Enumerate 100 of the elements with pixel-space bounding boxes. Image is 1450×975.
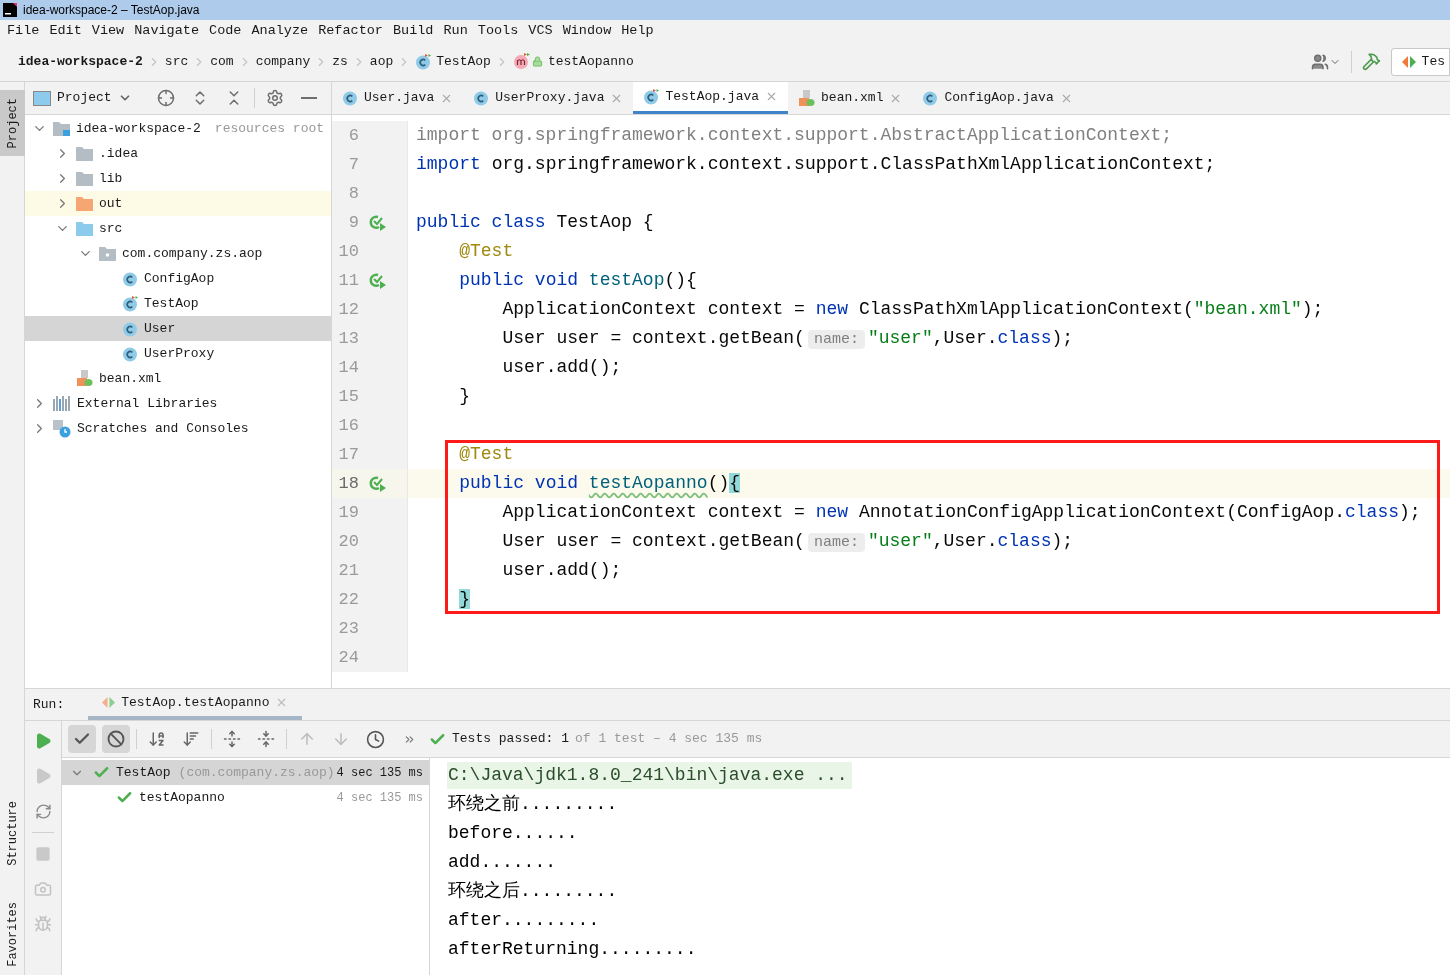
run-test-icon[interactable] <box>369 271 387 290</box>
tree-item-label: .idea <box>99 144 138 163</box>
sort-alpha-icon <box>148 730 166 748</box>
package-icon <box>99 246 116 261</box>
run-test-icon[interactable] <box>369 213 387 232</box>
tree-item[interactable]: src <box>25 216 331 241</box>
menu-item[interactable]: Edit <box>45 20 86 42</box>
tree-item[interactable]: com.company.zs.aop <box>25 241 331 266</box>
play-icon <box>34 767 52 785</box>
line-number: 8 <box>347 182 359 205</box>
editor-tab[interactable]: ConfigAop.java <box>912 82 1083 114</box>
code-line: ApplicationContext context = new AnnotationConfigApplicationContext(ConfigAop.class); <box>501 501 1421 524</box>
tree-item[interactable]: UserProxy <box>25 341 331 366</box>
class-icon <box>122 320 138 337</box>
minimize-icon <box>301 97 317 99</box>
camera-icon <box>34 880 52 898</box>
run-test-icon[interactable] <box>369 474 387 493</box>
line-number: 12 <box>337 298 359 321</box>
tree-item-label: com.company.zs.aop <box>122 244 263 263</box>
tree-item[interactable]: TestAop <box>25 291 331 316</box>
breadcrumb-item[interactable]: zs <box>330 51 350 72</box>
class-icon <box>473 90 490 106</box>
ban-icon <box>107 730 125 748</box>
run-tab[interactable]: TestAop.testAopanno <box>88 689 303 720</box>
tool-window-tab[interactable]: Structure <box>0 793 25 875</box>
tree-item[interactable]: .idea <box>25 141 331 166</box>
console-line: add....... <box>447 851 558 874</box>
code-line: User user = context.getBean( name: "user",User.class); <box>501 529 1074 554</box>
tree-item-label: Scratches and Consoles <box>77 419 249 438</box>
menu-item[interactable]: Refactor <box>314 20 387 42</box>
breadcrumb-item[interactable]: TestAop <box>413 51 493 72</box>
refresh-icon <box>34 802 52 820</box>
line-number: 11 <box>337 269 359 292</box>
tree-item[interactable]: User <box>25 316 331 341</box>
bug-icon <box>34 915 52 933</box>
xml-file-icon <box>798 89 816 107</box>
tree-item[interactable]: out <box>25 191 331 216</box>
folder-icon <box>76 196 93 211</box>
folder-icon <box>76 171 93 186</box>
menu-item[interactable]: Code <box>205 20 246 42</box>
tree-item[interactable]: Scratches and Consoles <box>25 416 331 441</box>
tool-window-tab[interactable]: Favorites <box>0 894 25 975</box>
test-duration: 4 sec 135 ms <box>336 764 423 782</box>
breadcrumb-item[interactable]: src <box>162 51 191 72</box>
breadcrumb-item[interactable]: idea-workspace-2 <box>16 51 145 72</box>
class-icon <box>342 90 358 106</box>
tree-item-label: UserProxy <box>144 344 215 363</box>
menu-item[interactable]: File <box>3 20 44 42</box>
menu-item[interactable]: Window <box>558 20 616 42</box>
code-line: User user = context.getBean( name: "user",User.class); <box>501 326 1074 351</box>
tree-item-label: TestAop <box>144 294 199 313</box>
show-ignored-button[interactable] <box>102 725 130 753</box>
menu-item[interactable]: Analyze <box>247 20 313 42</box>
breadcrumb-item[interactable]: testAopanno <box>510 51 636 72</box>
tree-item-label: ConfigAop <box>144 269 215 288</box>
tree-item[interactable]: ConfigAop <box>25 266 331 291</box>
test-run-icon <box>1401 54 1416 69</box>
line-number: 22 <box>337 588 359 611</box>
test-result-item[interactable]: testAopanno 4 sec 135 ms <box>62 785 429 810</box>
editor-tab[interactable]: UserProxy.java <box>463 82 634 114</box>
breadcrumb-item[interactable]: com <box>208 51 236 72</box>
code-line: import org.springframework.context.support.ClassPathXmlApplicationContext; <box>416 153 1216 176</box>
test-duration: 4 sec 135 ms <box>336 789 423 807</box>
editor-tab[interactable]: User.java <box>332 82 464 114</box>
show-passed-button[interactable] <box>68 725 96 753</box>
line-number: 16 <box>337 414 359 437</box>
app-logo-icon <box>3 3 17 17</box>
clock-icon <box>365 729 385 749</box>
test-run-icon <box>102 696 116 709</box>
folder-icon <box>76 221 93 236</box>
breadcrumb-item[interactable]: company <box>253 51 313 72</box>
tree-item-label: User <box>144 319 176 338</box>
test-result-item[interactable]: TestAop (com.company.zs.aop)4 sec 135 ms <box>62 760 429 785</box>
editor-tab[interactable]: TestAop.java <box>633 82 789 114</box>
editor-tab[interactable]: bean.xml <box>788 82 913 114</box>
console-line: 环绕之前......... <box>447 793 619 816</box>
class-icon <box>922 90 939 106</box>
tree-item[interactable]: bean.xml <box>25 366 331 391</box>
tree-item[interactable]: External Libraries <box>25 391 331 416</box>
arrow-down-icon <box>332 730 350 748</box>
line-number: 15 <box>337 385 359 408</box>
hammer-icon[interactable] <box>1361 52 1381 71</box>
menu-item[interactable]: View <box>87 20 129 42</box>
tree-item[interactable]: idea-workspace-2 resources root <box>25 116 331 141</box>
menu-item[interactable]: Run <box>439 20 472 42</box>
code-line: } <box>458 385 471 408</box>
menu-item[interactable]: Build <box>388 20 438 42</box>
run-configuration-button[interactable]: Tes <box>1390 47 1450 76</box>
line-number: 7 <box>347 153 359 176</box>
test-status: Tests passed: 1 <box>452 730 570 749</box>
tree-item[interactable]: lib <box>25 166 331 191</box>
window-icon <box>33 90 51 106</box>
menu-item[interactable]: Tools <box>473 20 523 42</box>
project-view-dropdown[interactable]: Project <box>33 88 132 108</box>
menu-item[interactable]: Navigate <box>130 20 204 42</box>
user-menu-button[interactable] <box>1310 52 1341 71</box>
menu-item[interactable]: Help <box>617 20 658 42</box>
menu-item[interactable]: VCS <box>524 20 557 42</box>
tool-window-tab[interactable]: Project <box>0 90 25 157</box>
breadcrumb-item[interactable]: aop <box>367 51 396 72</box>
